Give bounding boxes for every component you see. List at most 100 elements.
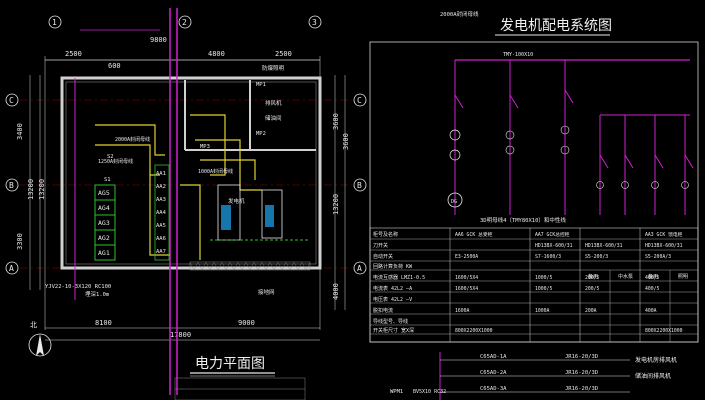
dim-left-1: 3400 [16, 123, 24, 140]
table-row-label: 开关柜尺寸 宽X深 [373, 327, 414, 334]
dim-top-2: 4800 [208, 50, 225, 58]
plan-note: 埋深1.0m [85, 290, 110, 298]
table-cell: 800X2200X1000 [645, 328, 683, 334]
table-cell: 200/5 [585, 286, 600, 292]
dim-left-2: 13200 [27, 179, 35, 200]
axis-number: 2 [182, 18, 187, 27]
table-row-label: 回路计算负荷 KW [373, 263, 413, 270]
plan-note: 发电机 [228, 197, 245, 205]
table-cell: 1600/5X4 [455, 286, 478, 292]
aa-panels: AA1 AA2 AA3 AA4 AA5 AA6 AA7 [154, 164, 170, 261]
circuit-misc: WPM1 [390, 389, 403, 395]
dim-top-1: 2500 [65, 50, 82, 58]
plan-note: S2 [107, 154, 114, 160]
sub-header: 备用 [588, 273, 598, 280]
plan-note: 1250A封闭母线 [98, 158, 133, 165]
panel-label: AA1 [156, 171, 166, 177]
axis-letter: A [9, 264, 14, 273]
panel-label: AG1 [98, 249, 110, 257]
plan-note: 储油间 [265, 114, 282, 122]
table-cell: 1600A [455, 308, 470, 314]
dim-top-5: 600 [108, 62, 121, 70]
table-cell: AA6 GCK 总受柜 [455, 231, 493, 238]
panel-label: AA3 [156, 197, 166, 203]
system-header-note: 2000A封闭母线 [440, 10, 479, 18]
axis-letter: C [357, 96, 362, 105]
table-row-label: 电压表 42L2 —V [373, 296, 412, 303]
bottom-circuits: C65AD-1A C65AD-2A C65AD-3A JR16-20/3D JR… [390, 352, 677, 400]
axis-letter: C [9, 96, 14, 105]
north-compass-icon: 北 [28, 321, 52, 357]
circuit-code: C65AD-1A [480, 354, 507, 360]
plan-note: 接地网 [258, 288, 275, 296]
generators [189, 184, 311, 271]
table-cell: AA7 GCK总控柜 [535, 231, 570, 238]
cad-drawing: 2500 4800 2500 9800 600 1 2 3 C B A C B … [5, 8, 699, 400]
ag-panels: AG5 AG4 AG3 AG2 AG1 [94, 184, 116, 261]
busbar-caption: 3D明母线4（TMY80X10）和中性线 [480, 216, 566, 224]
plan-note: 1000A封闭母线 [198, 168, 233, 175]
panel-label: AG5 [98, 189, 110, 197]
dim-right-2: 3600 [342, 133, 350, 150]
table-row-label: 柜号及名称 [373, 231, 398, 238]
system-title: 发电机配电系统图 [500, 18, 612, 34]
dim-left-4: 3300 [16, 233, 24, 250]
table-cell: HD13BX-600/31 [645, 243, 683, 249]
table-cell: 800X2200X1000 [455, 328, 493, 334]
table-cell: 200A [585, 308, 597, 314]
plan-note: 2000A封闭母线 [115, 136, 150, 143]
axis-letter: B [357, 181, 362, 190]
dim-right-4: 4000 [332, 283, 340, 300]
plan-note: 防爆照明 [262, 64, 285, 72]
plan-note: MP1 [256, 82, 266, 88]
table-row-label: 脱扣电流 [373, 307, 393, 314]
dim-bottom-2: 9000 [238, 319, 255, 327]
dim-top-4: 9800 [150, 36, 167, 44]
panel-label: AA5 [156, 223, 166, 229]
table-cell: 400/5 [645, 286, 660, 292]
table-cell: AA3 GCK 馈电柜 [645, 231, 683, 238]
table-cell: 1000/5 [535, 286, 552, 292]
circuit-label: 发电机房排风机 [635, 356, 677, 364]
table-row-label: 刀开关 [373, 242, 388, 249]
sub-header: 照明 [678, 274, 688, 280]
circuit-code: C65AD-2A [480, 370, 507, 376]
circuit-wire: JR16-20/3D [565, 386, 598, 392]
plan-note: MP3 [200, 144, 210, 150]
axis-number: 1 [52, 18, 57, 27]
panel-label: AA2 [156, 184, 166, 190]
table-cell: 1000A [535, 308, 550, 314]
table-cell: S5-200A/3 [645, 254, 671, 260]
panel-label: AA4 [156, 210, 167, 216]
panel-label: AG2 [98, 234, 110, 242]
system-table: 柜号及名称 AA6 GCK 总受柜 AA7 GCK总控柜 AA3 GCK 馈电柜刀开关… [369, 227, 699, 343]
circuit-label: 储油间排风机 [635, 372, 671, 380]
sub-header: 中水泵 [618, 273, 633, 280]
axis-number: 3 [312, 18, 317, 27]
panel-label: AG3 [98, 219, 110, 227]
system-frame [369, 41, 699, 343]
dim-right-1: 3600 [332, 113, 340, 130]
plan-title: 电力平面图 [195, 356, 265, 372]
circuit-code: C65AD-3A [480, 386, 507, 392]
dim-left-3: 13200 [38, 179, 46, 200]
compass-label: 北 [30, 321, 37, 329]
table-row-label: 电流互感器 LMZ1-0.5 [373, 274, 425, 281]
table-row-label: 自动开关 [373, 253, 393, 260]
power-plan: 2500 4800 2500 9800 600 1 2 3 C B A C B … [5, 8, 367, 400]
axis-letter: B [9, 181, 14, 190]
dim-bottom-1: 8100 [95, 319, 112, 327]
circuit-wire: JR16-20/3D [565, 370, 598, 376]
table-row-label: 电流表 42L2 —A [373, 285, 412, 292]
table-cell: HD13BX-600/31 [585, 243, 623, 249]
dim-bottom-3: 17800 [170, 331, 191, 339]
table-cell: E3-2500A [455, 254, 478, 260]
table-cell: 400A [645, 308, 657, 314]
panel-label: AG4 [98, 204, 110, 212]
circuit-wire: JR16-20/3D [565, 354, 598, 360]
system-diagram: 发电机配电系统图 2000A封闭母线 TMY-100X10 DG 3D明母线4（… [369, 10, 699, 400]
table-row-label: 导线型号、导线 [373, 318, 408, 325]
plan-note: 排风机 [265, 99, 282, 107]
circuit-misc: BV5X10 RC32 [413, 389, 446, 395]
panel-label: AA7 [156, 249, 166, 255]
